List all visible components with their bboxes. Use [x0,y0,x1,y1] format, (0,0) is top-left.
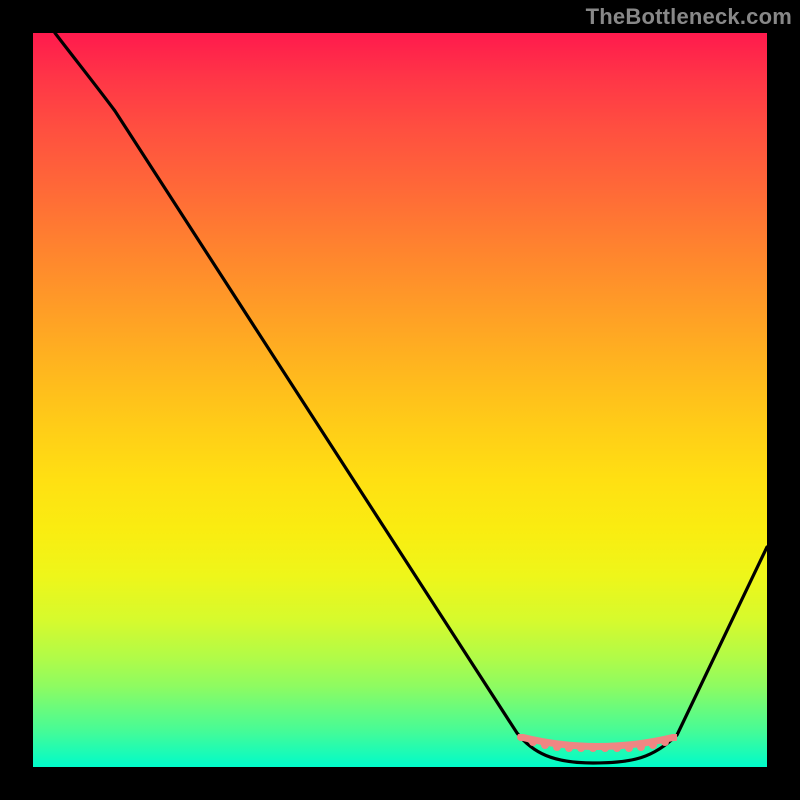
optimal-band-stroke [521,737,675,747]
optimal-region-highlight [517,734,677,752]
optimal-dots [517,734,677,752]
curve-path [55,33,767,763]
bottleneck-curve [33,33,767,767]
watermark-text: TheBottleneck.com [586,4,792,30]
chart-plot-area [33,33,767,767]
